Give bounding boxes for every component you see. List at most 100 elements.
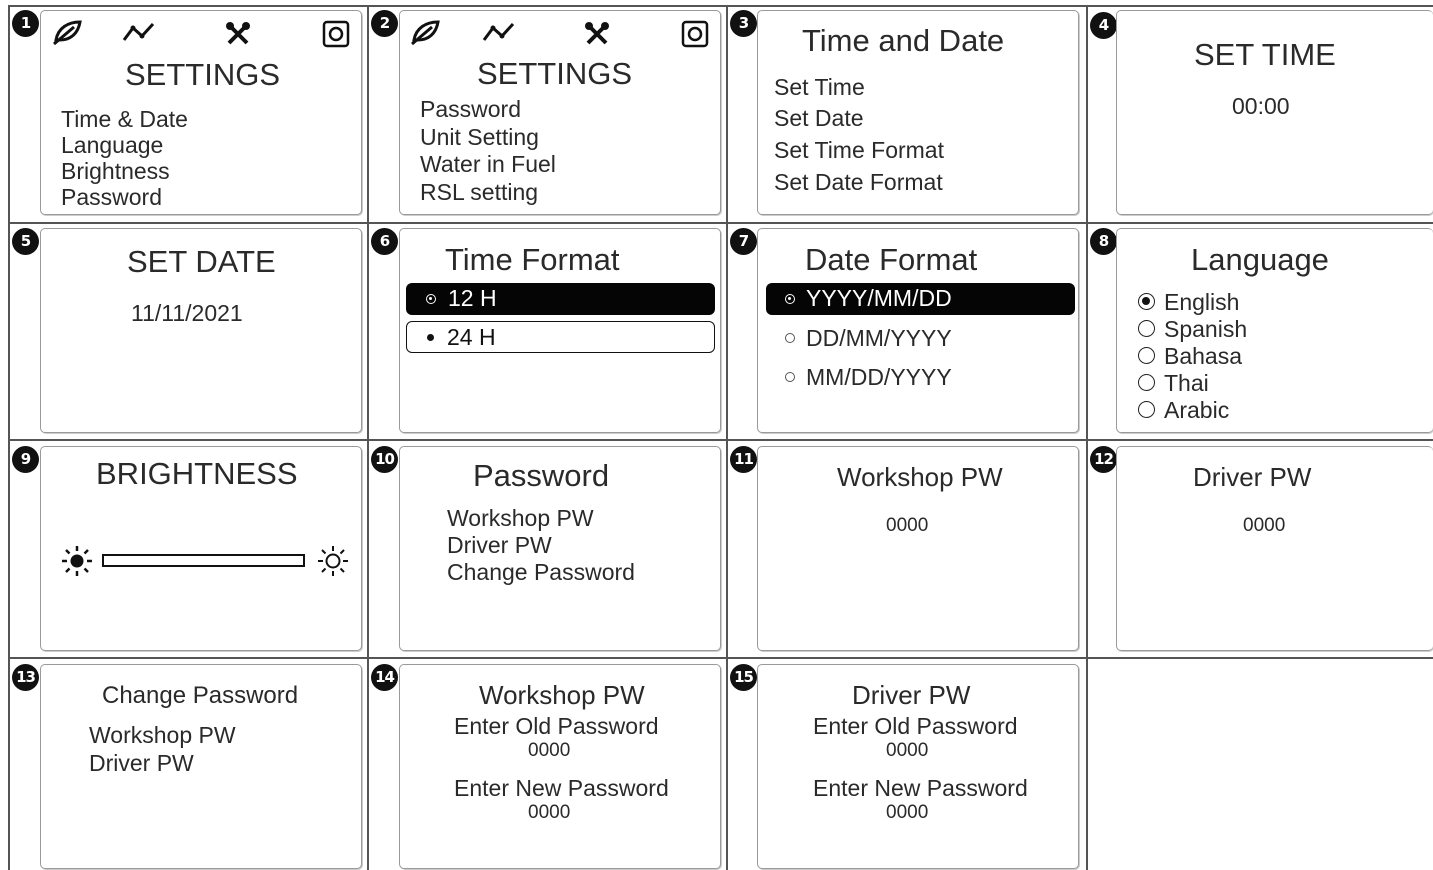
option-yyyy-mm-dd[interactable]: YYYY/MM/DD [766,283,1075,315]
option-label: 12 H [448,285,497,311]
grid-line [8,5,1433,7]
pw-value[interactable]: 0000 [1243,515,1285,537]
step-number: 13 [12,664,39,691]
radio-icon[interactable] [1138,374,1155,391]
step-number: 3 [730,10,757,37]
menu-item-driver-pw[interactable]: Driver PW [89,750,194,776]
step-number: 10 [371,446,398,473]
wrench-icon[interactable] [583,20,611,48]
menu-item-password[interactable]: Password [420,96,521,122]
screen-title: SET TIME [1194,37,1336,72]
menu-item-unit-setting[interactable]: Unit Setting [420,124,539,150]
old-password-label: Enter Old Password [454,713,659,739]
language-option-arabic[interactable]: Arabic [1164,397,1229,423]
leaf-icon[interactable] [50,18,84,46]
radio-selected-icon[interactable] [1138,293,1155,310]
radio-icon[interactable] [785,372,795,382]
radio-icon[interactable] [1138,320,1155,337]
menu-item-workshop-pw[interactable]: Workshop PW [447,505,594,531]
menu-item-language[interactable]: Language [61,132,163,158]
step-number: 7 [730,228,757,255]
step-number: 5 [12,228,39,255]
screen-title: BRIGHTNESS [96,456,298,491]
grid-line [8,657,1433,659]
menu-item-rsl-setting[interactable]: RSL setting [420,179,538,205]
option-mm-dd-yyyy[interactable]: MM/DD/YYYY [806,364,952,390]
sun-low-icon[interactable] [60,544,94,578]
menu-item-set-date-format[interactable]: Set Date Format [774,169,943,195]
bullet-icon [427,334,434,341]
language-option-english[interactable]: English [1164,289,1239,315]
screen-title: Language [1191,242,1329,277]
screen-title: Workshop PW [837,462,1003,492]
new-password-value[interactable]: 0000 [886,802,928,824]
step-number: 9 [12,446,39,473]
old-password-value[interactable]: 0000 [886,740,928,762]
menu-item-workshop-pw[interactable]: Workshop PW [89,722,236,748]
option-label: YYYY/MM/DD [806,285,952,311]
brightness-slider[interactable] [102,554,305,567]
screen-title: Driver PW [852,680,971,710]
option-label: 24 H [447,324,496,350]
screen-title: Workshop PW [479,680,645,710]
pw-value[interactable]: 0000 [886,515,928,537]
screen-title: SETTINGS [477,56,633,91]
radio-selected-icon [426,294,436,304]
sun-high-icon[interactable] [316,544,350,578]
graph-icon[interactable] [121,20,157,46]
radio-icon[interactable] [1138,401,1155,418]
new-password-label: Enter New Password [454,775,669,801]
menu-item-set-time[interactable]: Set Time [774,74,865,100]
wrench-icon[interactable] [224,20,252,48]
old-password-label: Enter Old Password [813,713,1018,739]
option-dd-mm-yyyy[interactable]: DD/MM/YYYY [806,325,952,351]
radio-icon[interactable] [1138,347,1155,364]
screen-title: Date Format [805,242,978,277]
step-number: 2 [371,10,398,37]
menu-item-time-date[interactable]: Time & Date [61,106,188,132]
menu-item-set-time-format[interactable]: Set Time Format [774,137,944,163]
grid-line [8,222,1433,224]
step-number: 14 [371,664,398,691]
step-number: 1 [12,10,39,37]
screen-title: Time Format [445,242,620,277]
option-24h[interactable]: 24 H [406,321,715,353]
menu-item-set-date[interactable]: Set Date [774,105,864,131]
screen-title: Change Password [102,682,299,709]
step-number: 15 [730,664,757,691]
screen-title: Driver PW [1193,462,1312,492]
grid-line [8,5,10,870]
option-12h[interactable]: 12 H [406,283,715,315]
step-number: 11 [730,446,757,473]
date-value[interactable]: 11/11/2021 [131,300,243,326]
grid-line [1086,5,1088,870]
time-value[interactable]: 00:00 [1232,93,1290,119]
settings-box-icon[interactable] [681,20,709,48]
leaf-icon[interactable] [408,18,442,46]
menu-item-password[interactable]: Password [61,184,162,210]
new-password-label: Enter New Password [813,775,1028,801]
radio-selected-icon [785,294,795,304]
step-number: 6 [371,228,398,255]
grid-line [726,5,728,870]
step-number: 8 [1090,228,1117,255]
language-option-bahasa[interactable]: Bahasa [1164,343,1242,369]
language-option-thai[interactable]: Thai [1164,370,1209,396]
screen-title: SET DATE [127,244,276,279]
menu-item-change-password[interactable]: Change Password [447,559,635,585]
graph-icon[interactable] [481,20,517,46]
screen-title: Time and Date [802,23,1005,58]
grid-line [8,439,1433,441]
old-password-value[interactable]: 0000 [528,740,570,762]
settings-box-icon[interactable] [322,20,350,48]
screen-title: Password [473,458,610,493]
menu-item-water-in-fuel[interactable]: Water in Fuel [420,151,556,177]
new-password-value[interactable]: 0000 [528,802,570,824]
step-number: 12 [1090,446,1117,473]
menu-item-driver-pw[interactable]: Driver PW [447,532,552,558]
brightness-slider-fill [105,557,302,564]
screen-title: SETTINGS [125,57,281,92]
menu-item-brightness[interactable]: Brightness [61,158,170,184]
radio-icon[interactable] [785,333,795,343]
language-option-spanish[interactable]: Spanish [1164,316,1247,342]
